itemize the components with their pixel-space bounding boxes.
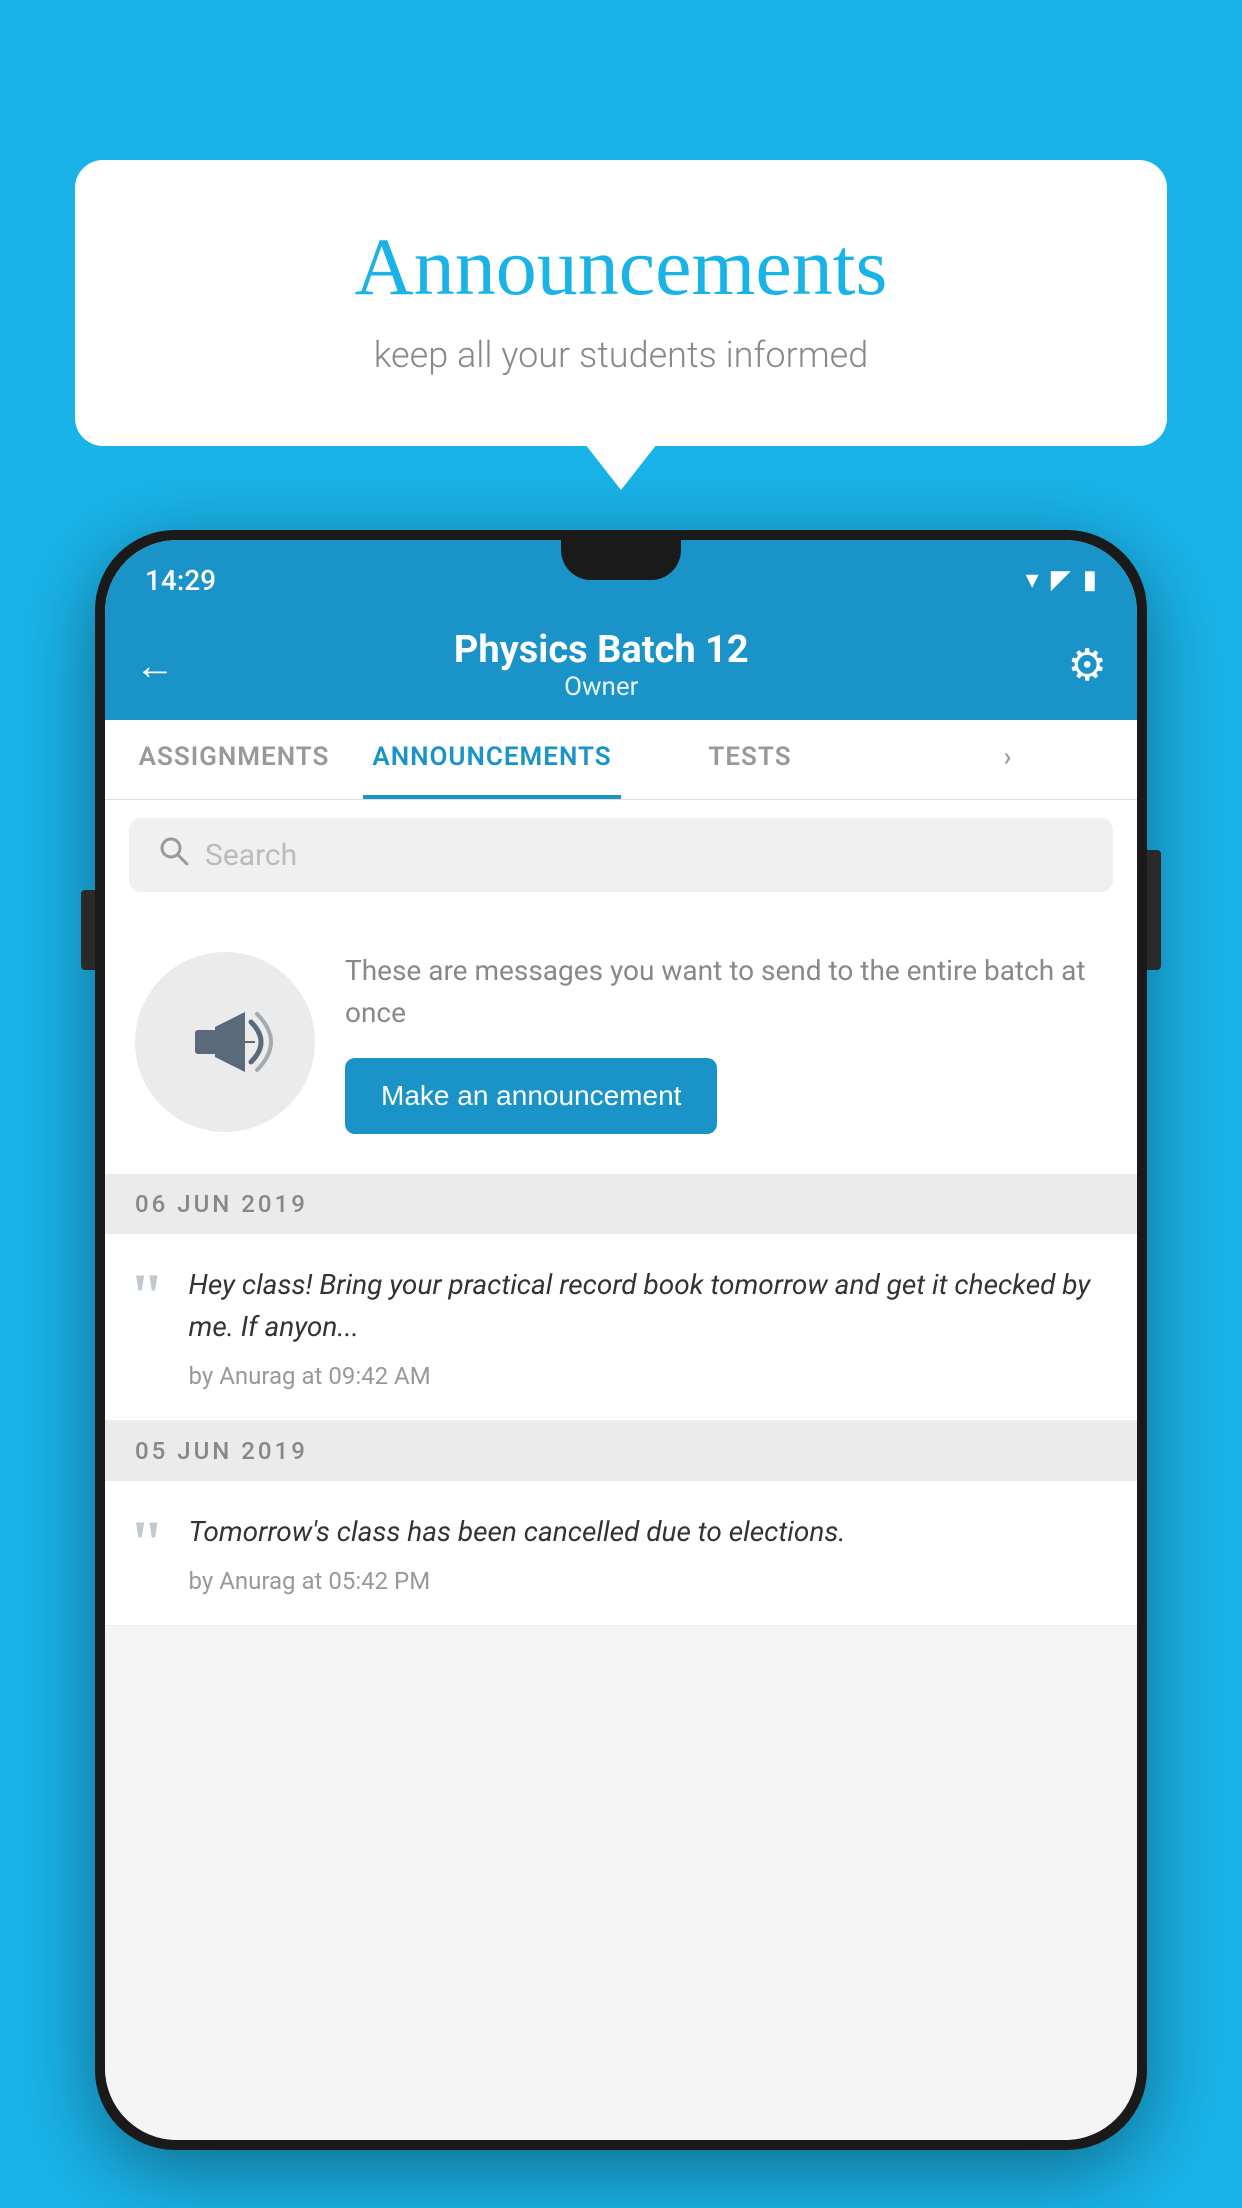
tabs-bar: ASSIGNMENTS ANNOUNCEMENTS TESTS › xyxy=(105,720,1137,800)
date-divider-1-text: 06 JUN 2019 xyxy=(135,1190,308,1218)
app-bar-title: Physics Batch 12 xyxy=(195,628,1008,672)
announcement-right: These are messages you want to send to t… xyxy=(345,950,1107,1134)
date-divider-2-text: 05 JUN 2019 xyxy=(135,1437,308,1465)
announcement-message-2: Tomorrow's class has been cancelled due … xyxy=(189,1511,1107,1553)
announcement-content-2: Tomorrow's class has been cancelled due … xyxy=(189,1511,1107,1595)
announcement-prompt: These are messages you want to send to t… xyxy=(105,910,1137,1174)
megaphone-icon xyxy=(175,992,275,1092)
back-button[interactable]: ← xyxy=(135,642,175,689)
app-bar: ← Physics Batch 12 Owner ⚙ xyxy=(105,610,1137,720)
speech-bubble-section: Announcements keep all your students inf… xyxy=(75,160,1167,446)
wifi-icon: ▾ xyxy=(1026,565,1039,595)
date-divider-1: 06 JUN 2019 xyxy=(105,1174,1137,1234)
search-container: Search xyxy=(105,800,1137,910)
settings-icon[interactable]: ⚙ xyxy=(1068,639,1107,691)
phone-notch xyxy=(561,540,681,580)
tab-more[interactable]: › xyxy=(879,720,1137,799)
status-time: 14:29 xyxy=(145,564,216,597)
speech-bubble-subtitle: keep all your students informed xyxy=(155,334,1087,376)
battery-icon: ▮ xyxy=(1083,565,1097,595)
search-placeholder: Search xyxy=(205,838,297,873)
status-icons: ▾ ◤ ▮ xyxy=(1026,565,1097,595)
tab-tests[interactable]: TESTS xyxy=(621,720,879,799)
phone-container: 14:29 ▾ ◤ ▮ ← Physics Batch 12 Owner ⚙ A… xyxy=(95,530,1147,2208)
announcement-icon-circle xyxy=(135,952,315,1132)
date-divider-2: 05 JUN 2019 xyxy=(105,1421,1137,1481)
announcement-content-1: Hey class! Bring your practical record b… xyxy=(189,1264,1107,1390)
app-bar-subtitle: Owner xyxy=(195,672,1008,702)
tab-assignments[interactable]: ASSIGNMENTS xyxy=(105,720,363,799)
search-bar[interactable]: Search xyxy=(129,818,1113,892)
tab-announcements[interactable]: ANNOUNCEMENTS xyxy=(363,720,621,799)
search-icon xyxy=(159,836,189,874)
signal-icon: ◤ xyxy=(1051,565,1071,595)
quote-icon-1: " xyxy=(129,1274,165,1319)
announcement-message-1: Hey class! Bring your practical record b… xyxy=(189,1264,1107,1348)
announcement-description: These are messages you want to send to t… xyxy=(345,950,1107,1034)
phone-screen: 14:29 ▾ ◤ ▮ ← Physics Batch 12 Owner ⚙ A… xyxy=(105,540,1137,2140)
app-bar-title-section: Physics Batch 12 Owner xyxy=(195,628,1008,702)
screen-content: Search xyxy=(105,800,1137,2140)
speech-bubble-title: Announcements xyxy=(155,220,1087,314)
speech-bubble: Announcements keep all your students inf… xyxy=(75,160,1167,446)
announcement-item-2[interactable]: " Tomorrow's class has been cancelled du… xyxy=(105,1481,1137,1626)
announcement-meta-1: by Anurag at 09:42 AM xyxy=(189,1362,1107,1390)
quote-icon-2: " xyxy=(129,1521,165,1566)
announcement-meta-2: by Anurag at 05:42 PM xyxy=(189,1567,1107,1595)
phone-frame: 14:29 ▾ ◤ ▮ ← Physics Batch 12 Owner ⚙ A… xyxy=(95,530,1147,2150)
make-announcement-button[interactable]: Make an announcement xyxy=(345,1058,717,1134)
announcement-item-1[interactable]: " Hey class! Bring your practical record… xyxy=(105,1234,1137,1421)
